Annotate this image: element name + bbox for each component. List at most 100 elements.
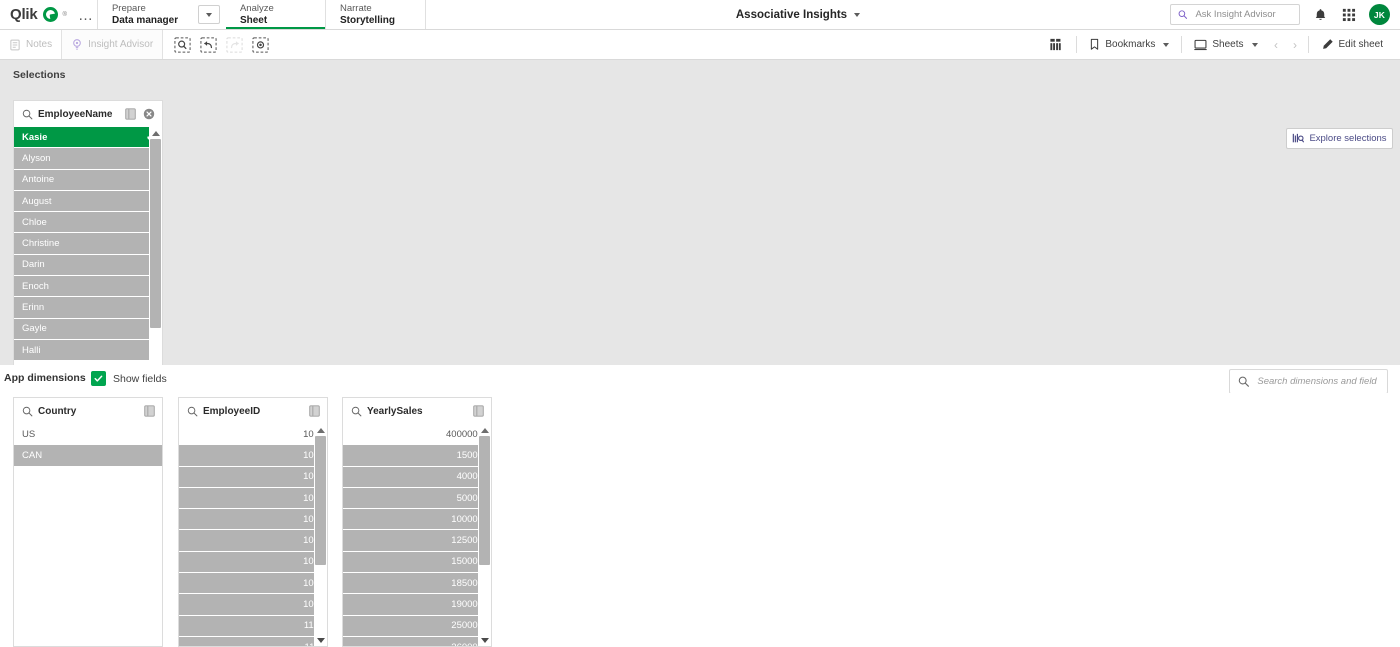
scrollbar-track[interactable] <box>150 139 161 401</box>
list-item[interactable]: Gayle <box>14 318 162 340</box>
toolbar-left-group: Notes Insight Advisor <box>0 30 272 59</box>
scroll-up-button[interactable] <box>314 424 327 436</box>
list-item[interactable]: 107 <box>179 551 327 574</box>
list-item[interactable]: Christine <box>14 233 162 255</box>
list-item[interactable]: Erinn <box>14 297 162 319</box>
nav-analyze[interactable]: Analyze Sheet <box>225 0 326 29</box>
triangle-up-icon <box>316 427 325 433</box>
search-input[interactable] <box>1255 375 1379 388</box>
list-item[interactable]: 4000000 <box>343 424 491 446</box>
scrollbar-thumb[interactable] <box>150 139 161 328</box>
listbox-icon[interactable] <box>307 404 321 418</box>
scroll-up-button[interactable] <box>149 127 162 139</box>
scroll-up-button[interactable] <box>478 424 491 436</box>
qlik-logo[interactable]: Qlik ® <box>0 0 75 29</box>
list-item[interactable]: 40000 <box>343 466 491 488</box>
scroll-down-button[interactable] <box>314 634 327 646</box>
listbox-icon[interactable] <box>123 107 137 121</box>
step-back-icon[interactable] <box>197 34 220 56</box>
dimensions-search[interactable] <box>1229 369 1388 394</box>
list-item[interactable]: Alyson <box>14 148 162 170</box>
nav-narrate-label: Storytelling <box>339 14 395 26</box>
listbox-icon[interactable] <box>471 404 485 418</box>
app-launcher-button[interactable] <box>1340 6 1358 24</box>
list-item[interactable]: 150000 <box>343 551 491 574</box>
show-fields-checkbox[interactable] <box>91 371 106 386</box>
list-item[interactable]: 109 <box>179 594 327 616</box>
list-item[interactable]: August <box>14 190 162 213</box>
nav-prepare[interactable]: Prepare Data manager <box>98 0 198 29</box>
selection-card-header: EmployeeName <box>14 101 162 127</box>
scrollbar-track[interactable] <box>479 436 490 634</box>
list-item[interactable]: Halli <box>14 339 162 362</box>
nav-prepare-kicker: Prepare <box>111 2 146 14</box>
list-item[interactable]: 103 <box>179 487 327 510</box>
explore-selections-label: Explore selections <box>1309 133 1387 144</box>
list-item[interactable]: 190000 <box>343 594 491 616</box>
listbox-icon[interactable] <box>142 404 156 418</box>
clear-selection-icon[interactable] <box>142 107 156 121</box>
sheets-button[interactable]: Sheets <box>1185 39 1266 51</box>
sheet-grid-button[interactable] <box>1040 37 1073 52</box>
bell-icon <box>1315 8 1325 20</box>
chevron-down-icon <box>205 12 212 17</box>
search-icon[interactable] <box>187 406 198 417</box>
selection-search-icon[interactable] <box>171 34 194 56</box>
app-title-dropdown[interactable]: Associative Insights <box>426 0 1170 29</box>
scrollbar-thumb[interactable] <box>315 436 326 565</box>
list-item[interactable]: 108 <box>179 573 327 595</box>
qlik-logo-mark <box>42 7 58 22</box>
list-item[interactable]: Chloe <box>14 212 162 234</box>
explore-selections-button[interactable]: Explore selections <box>1286 128 1393 149</box>
triangle-down-icon <box>316 637 325 643</box>
edit-sheet-button[interactable]: Edit sheet <box>1312 38 1392 51</box>
bookmarks-button[interactable]: Bookmarks <box>1080 38 1178 51</box>
next-sheet-button[interactable]: › <box>1286 34 1305 56</box>
list-item[interactable]: 101 <box>179 445 327 467</box>
list-item[interactable]: 100000 <box>343 509 491 531</box>
notes-button[interactable]: Notes <box>0 30 61 59</box>
list-item[interactable]: Enoch <box>14 276 162 298</box>
list-item[interactable]: 106 <box>179 530 327 552</box>
search-icon[interactable] <box>351 406 362 417</box>
list-item[interactable]: 105 <box>179 509 327 531</box>
nav-narrate[interactable]: Narrate Storytelling <box>326 0 426 29</box>
overflow-menu-icon[interactable]: … <box>75 0 97 30</box>
list-item[interactable]: 125000 <box>343 530 491 552</box>
search-input[interactable] <box>1193 8 1292 21</box>
list-item[interactable]: 110 <box>179 615 327 637</box>
field-card-body: US CAN <box>14 424 162 646</box>
search-icon[interactable] <box>22 109 33 120</box>
list-item[interactable]: 111 <box>179 636 327 646</box>
selection-field-name: EmployeeName <box>38 108 113 120</box>
list-item[interactable]: 260000 <box>343 636 491 646</box>
list-item[interactable]: 15000 <box>343 445 491 467</box>
scroll-down-button[interactable] <box>478 634 491 646</box>
insight-advisor-button[interactable]: Insight Advisor <box>61 30 164 59</box>
search-icon[interactable] <box>22 406 33 417</box>
list-item[interactable]: Kasie✔ <box>14 127 162 149</box>
list-item[interactable]: Antoine <box>14 169 162 191</box>
nav-prepare-dropdown-button[interactable] <box>197 5 220 24</box>
scrollbar-thumb[interactable] <box>479 436 490 565</box>
listbox-scrollbar[interactable] <box>478 424 491 646</box>
scrollbar-track[interactable] <box>315 436 326 634</box>
list-item[interactable]: Darin <box>14 254 162 277</box>
top-navigation-bar: Qlik ® … Prepare Data manager Analyze Sh… <box>0 0 1400 30</box>
nav-analyze-kicker: Analyze <box>239 2 274 14</box>
listbox-scrollbar[interactable] <box>314 424 327 646</box>
clear-all-selections-icon[interactable] <box>249 34 272 56</box>
insight-advisor-search[interactable] <box>1170 4 1300 25</box>
list-item[interactable]: CAN <box>14 445 162 467</box>
avatar[interactable]: JK <box>1369 4 1390 25</box>
list-item-label: US <box>22 428 36 440</box>
list-item[interactable]: 50000 <box>343 487 491 510</box>
list-item[interactable]: 250000 <box>343 615 491 637</box>
list-item[interactable]: 185000 <box>343 573 491 595</box>
list-item[interactable]: US <box>14 424 162 446</box>
previous-sheet-button[interactable]: ‹ <box>1267 34 1286 56</box>
list-item[interactable]: 102 <box>179 466 327 488</box>
notifications-button[interactable] <box>1311 6 1329 24</box>
list-item[interactable]: 104 <box>179 424 327 446</box>
field-card-country: Country US CAN <box>13 397 163 647</box>
